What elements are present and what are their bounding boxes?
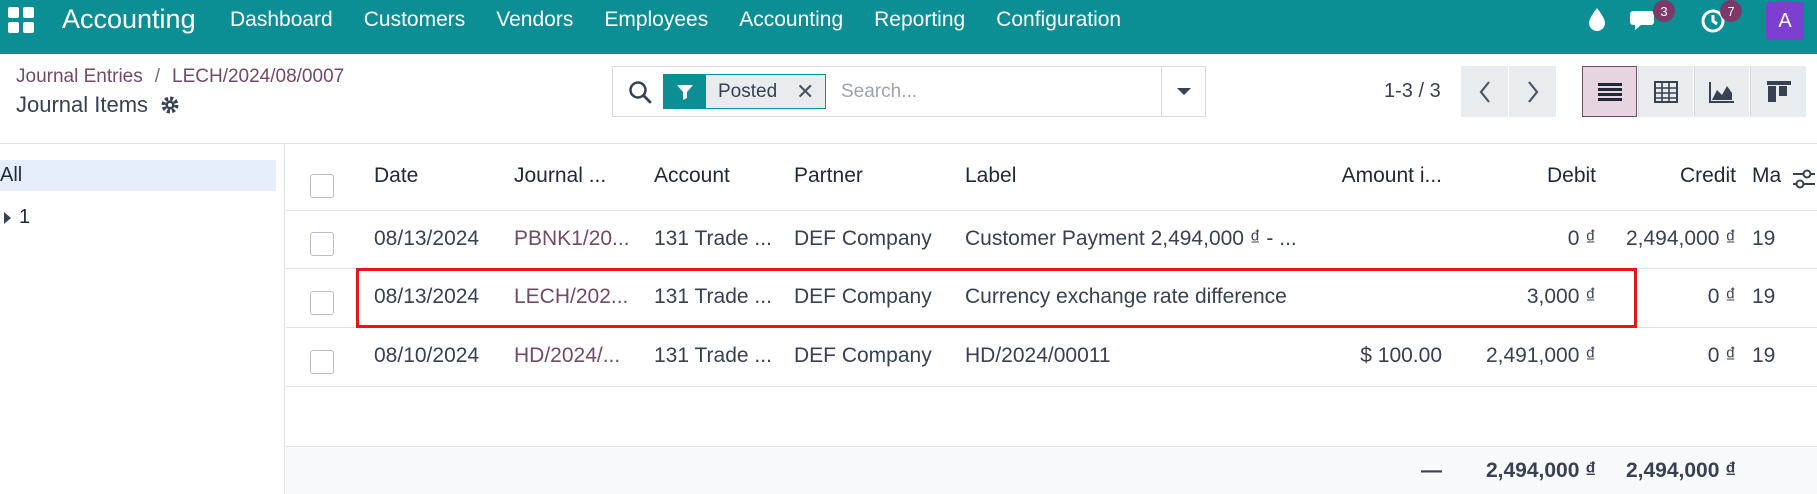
cell-matching: 19	[1752, 344, 1776, 367]
pager-value[interactable]: 1-3 / 3	[1384, 80, 1441, 103]
breadcrumb-record[interactable]: LECH/2024/08/0007	[172, 66, 344, 87]
gear-icon[interactable]	[160, 95, 180, 115]
kanban-icon	[1766, 80, 1791, 102]
breadcrumb-separator: /	[154, 66, 161, 87]
table-row[interactable]: 08/13/2024 PBNK1/20... 131 Trade ... DEF…	[286, 211, 1817, 269]
user-avatar[interactable]: A	[1766, 2, 1804, 40]
row-checkbox[interactable]	[310, 291, 334, 315]
cell-partner: DEF Company	[794, 285, 932, 308]
cell-account: 131 Trade ...	[654, 227, 772, 250]
column-header-debit[interactable]: Debit	[1446, 164, 1596, 188]
menu-accounting[interactable]: Accounting	[739, 8, 843, 32]
cell-credit: 0 ₫	[1707, 344, 1736, 367]
search-panel: Posted ✕	[612, 66, 1206, 117]
sidebar-item-group[interactable]: 1	[4, 206, 30, 229]
facet-label: Posted	[718, 80, 778, 102]
page-title-text: Journal Items	[16, 92, 149, 117]
row-checkbox[interactable]	[310, 232, 334, 256]
search-icon[interactable]	[627, 79, 653, 105]
column-header-matching[interactable]: Ma	[1752, 164, 1786, 188]
cell-date: 08/13/2024	[374, 227, 480, 250]
pivot-table-icon	[1654, 80, 1678, 103]
cell-label: Currency exchange rate difference	[965, 285, 1287, 308]
chevron-right-icon	[1527, 80, 1538, 103]
total-credit: 2,494,000 ₫	[1625, 459, 1736, 482]
cell-account: 131 Trade ...	[654, 285, 772, 308]
page-title: Journal Items	[16, 92, 180, 118]
table-row[interactable]: 08/13/2024 LECH/202... 131 Trade ... DEF…	[286, 269, 1817, 328]
cell-journal[interactable]: HD/2024/...	[514, 344, 639, 368]
menu-dashboard[interactable]: Dashboard	[230, 8, 333, 32]
pager-previous-button[interactable]	[1461, 66, 1508, 117]
menu-customers[interactable]: Customers	[364, 8, 466, 32]
row-checkbox[interactable]	[310, 350, 334, 374]
cell-date: 08/13/2024	[374, 285, 480, 308]
column-header-account[interactable]: Account	[654, 164, 730, 188]
table-header-row: Date Journal ... Account Partner Label A…	[286, 144, 1817, 211]
cell-matching: 19	[1752, 285, 1776, 308]
remove-facet-icon[interactable]: ✕	[791, 79, 819, 105]
optional-columns-icon[interactable]	[1791, 168, 1817, 190]
apps-menu-icon[interactable]	[8, 7, 34, 33]
caret-right-icon	[4, 211, 11, 224]
cell-account: 131 Trade ...	[654, 344, 772, 367]
caret-down-icon	[1176, 87, 1191, 95]
menu-configuration[interactable]: Configuration	[996, 8, 1121, 32]
search-options-toggle[interactable]	[1161, 67, 1205, 116]
breadcrumb-journal-entries[interactable]: Journal Entries	[16, 66, 143, 87]
column-header-date[interactable]: Date	[374, 164, 418, 188]
graph-view-button[interactable]	[1694, 66, 1749, 117]
cell-debit: 2,491,000 ₫	[1485, 344, 1596, 367]
cell-journal[interactable]: LECH/202...	[514, 285, 639, 309]
cell-amount-currency: $ 100.00	[1360, 344, 1442, 367]
column-header-credit[interactable]: Credit	[1586, 164, 1736, 188]
area-chart-icon	[1709, 81, 1734, 103]
select-all-checkbox[interactable]	[310, 174, 334, 198]
search-input[interactable]	[841, 79, 1161, 105]
breadcrumb: Journal Entries / LECH/2024/08/0007	[16, 66, 344, 88]
cell-partner: DEF Company	[794, 344, 932, 367]
table-footer-totals: — 2,494,000 ₫ 2,494,000 ₫	[286, 446, 1817, 494]
table-row[interactable]: 08/10/2024 HD/2024/... 131 Trade ... DEF…	[286, 328, 1817, 387]
top-navbar: Accounting Dashboard Customers Vendors E…	[0, 0, 1817, 54]
column-header-amount-currency[interactable]: Amount i...	[1326, 164, 1442, 188]
search-panel-sidebar: All 1	[0, 144, 285, 494]
pivot-view-button[interactable]	[1638, 66, 1693, 117]
activity-badge: 7	[1720, 0, 1742, 22]
cell-credit: 2,494,000 ₫	[1625, 227, 1736, 250]
app-name[interactable]: Accounting	[62, 4, 196, 35]
filter-icon	[664, 75, 706, 108]
cell-date: 08/10/2024	[374, 344, 480, 367]
cell-debit: 0 ₫	[1567, 227, 1596, 250]
list-view-icon	[1597, 82, 1622, 101]
sidebar-item-group-label: 1	[19, 206, 31, 228]
cell-matching: 19	[1752, 227, 1776, 250]
chevron-left-icon	[1479, 80, 1490, 103]
column-header-partner[interactable]: Partner	[794, 164, 863, 188]
sidebar-item-all[interactable]: All	[0, 160, 276, 191]
main-menu: Dashboard Customers Vendors Employees Ac…	[230, 8, 1152, 32]
kanban-view-button[interactable]	[1750, 66, 1806, 117]
pager-next-button[interactable]	[1509, 66, 1556, 117]
cell-partner: DEF Company	[794, 227, 932, 250]
menu-reporting[interactable]: Reporting	[874, 8, 965, 32]
menu-vendors[interactable]: Vendors	[496, 8, 573, 32]
droplet-icon[interactable]	[1582, 5, 1612, 35]
total-amount-currency: —	[1421, 459, 1442, 482]
menu-employees[interactable]: Employees	[604, 8, 708, 32]
chat-badge: 3	[1653, 0, 1675, 22]
cell-label: HD/2024/00011	[965, 344, 1111, 367]
column-header-journal[interactable]: Journal ...	[514, 164, 634, 188]
cell-debit: 3,000 ₫	[1526, 285, 1596, 308]
total-debit: 2,494,000 ₫	[1485, 459, 1596, 482]
cell-label: Customer Payment 2,494,000 ₫ - ...	[965, 227, 1297, 250]
cell-journal[interactable]: PBNK1/20...	[514, 227, 639, 251]
list-view-button[interactable]	[1582, 66, 1637, 117]
cell-credit: 0 ₫	[1707, 285, 1736, 308]
column-header-label[interactable]: Label	[965, 164, 1016, 188]
search-facet: Posted ✕	[663, 74, 827, 109]
